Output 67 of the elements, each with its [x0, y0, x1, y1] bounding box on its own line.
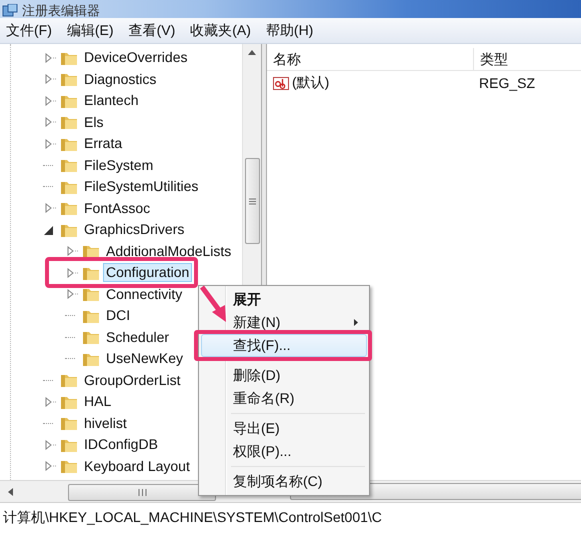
menu-item[interactable]: 查看(V): [128, 22, 176, 40]
window-title: 注册表编辑器: [22, 4, 100, 18]
tree-item[interactable]: Errata: [81, 134, 126, 154]
expand-arrow-icon[interactable]: [43, 52, 57, 63]
expand-arrow-icon[interactable]: [43, 96, 57, 106]
expand-arrow-icon[interactable]: [43, 138, 57, 149]
value-name[interactable]: (默认): [292, 74, 330, 92]
tree-item[interactable]: HAL: [81, 392, 114, 412]
expand-arrow-icon[interactable]: [43, 203, 57, 214]
status-bar-path: 计算机\HKEY_LOCAL_MACHINE\SYSTEM\ControlSet001\C: [3, 509, 382, 527]
menu-item[interactable]: 编辑(E): [66, 22, 114, 40]
value-type: REG_SZ: [478, 75, 536, 91]
menu-option[interactable]: 导出(E): [201, 417, 367, 440]
tree-item[interactable]: AdditionalModeLists: [103, 242, 234, 261]
folder-icon: [60, 200, 78, 216]
tree-item[interactable]: IDConfigDB: [81, 435, 161, 454]
tree-item[interactable]: UseNewKey: [103, 349, 186, 368]
app-icon: [2, 4, 18, 18]
tree-item[interactable]: Els: [81, 112, 106, 132]
scroll-left-arrow-icon[interactable]: [8, 488, 13, 496]
tree-item[interactable]: FileSystemUtilities: [81, 177, 202, 196]
expand-arrow-icon[interactable]: [65, 289, 79, 300]
expand-arrow-icon[interactable]: [43, 74, 57, 84]
expand-arrow-icon[interactable]: [43, 117, 57, 128]
folder-icon: [82, 243, 100, 260]
scroll-up-arrow-icon[interactable]: [248, 50, 256, 55]
tree-item[interactable]: Scheduler: [103, 328, 172, 347]
expand-arrow-icon[interactable]: [65, 246, 79, 256]
tree-item[interactable]: hivelist: [81, 414, 130, 433]
column-header[interactable]: 名称: [267, 48, 474, 70]
string-value-icon: [273, 75, 289, 91]
folder-icon: [60, 458, 78, 474]
expand-arrow-icon[interactable]: [43, 461, 57, 472]
folder-icon: [82, 329, 100, 346]
menu-option[interactable]: 权限(P)...: [201, 440, 367, 463]
menu-item[interactable]: 收藏夹(A): [190, 22, 251, 40]
folder-icon: [60, 372, 78, 388]
menu-option[interactable]: 展开: [201, 288, 367, 311]
menu-item[interactable]: 帮助(H): [266, 22, 314, 40]
folder-icon: [60, 114, 78, 130]
tree-item[interactable]: Elantech: [81, 91, 142, 110]
column-header[interactable]: 类型: [474, 48, 508, 70]
folder-icon: [82, 286, 100, 302]
menu-option[interactable]: 重命名(R): [201, 387, 367, 410]
expand-arrow-icon[interactable]: [65, 268, 79, 278]
menu-option[interactable]: 新建(N): [201, 311, 367, 334]
tree-item[interactable]: GraphicsDrivers: [81, 220, 188, 240]
tree-item[interactable]: DCI: [103, 306, 134, 326]
tree-item[interactable]: DeviceOverrides: [81, 48, 190, 68]
tree-item[interactable]: Keyboard Layout: [81, 456, 193, 476]
tree-item[interactable]: GroupOrderList: [81, 370, 184, 390]
menu-item[interactable]: 文件(F): [6, 22, 52, 40]
tree-item[interactable]: Diagnostics: [81, 70, 160, 89]
expand-arrow-icon[interactable]: [43, 396, 57, 407]
grip-icon: [249, 198, 256, 204]
tree-item[interactable]: Connectivity: [103, 284, 186, 304]
tree-item[interactable]: FontAssoc: [81, 198, 154, 218]
grip-icon: [138, 489, 146, 496]
tree-item[interactable]: Configuration: [103, 263, 192, 282]
annotation-arrow: [199, 284, 227, 323]
folder-icon: [60, 157, 78, 174]
expand-arrow-icon[interactable]: [43, 440, 57, 450]
menu-option[interactable]: 复制项名称(C): [201, 470, 367, 493]
folder-icon: [60, 415, 78, 432]
tree-item[interactable]: FileSystem: [81, 156, 156, 175]
folder-icon: [60, 71, 78, 88]
menu-option[interactable]: 删除(D): [201, 364, 367, 387]
